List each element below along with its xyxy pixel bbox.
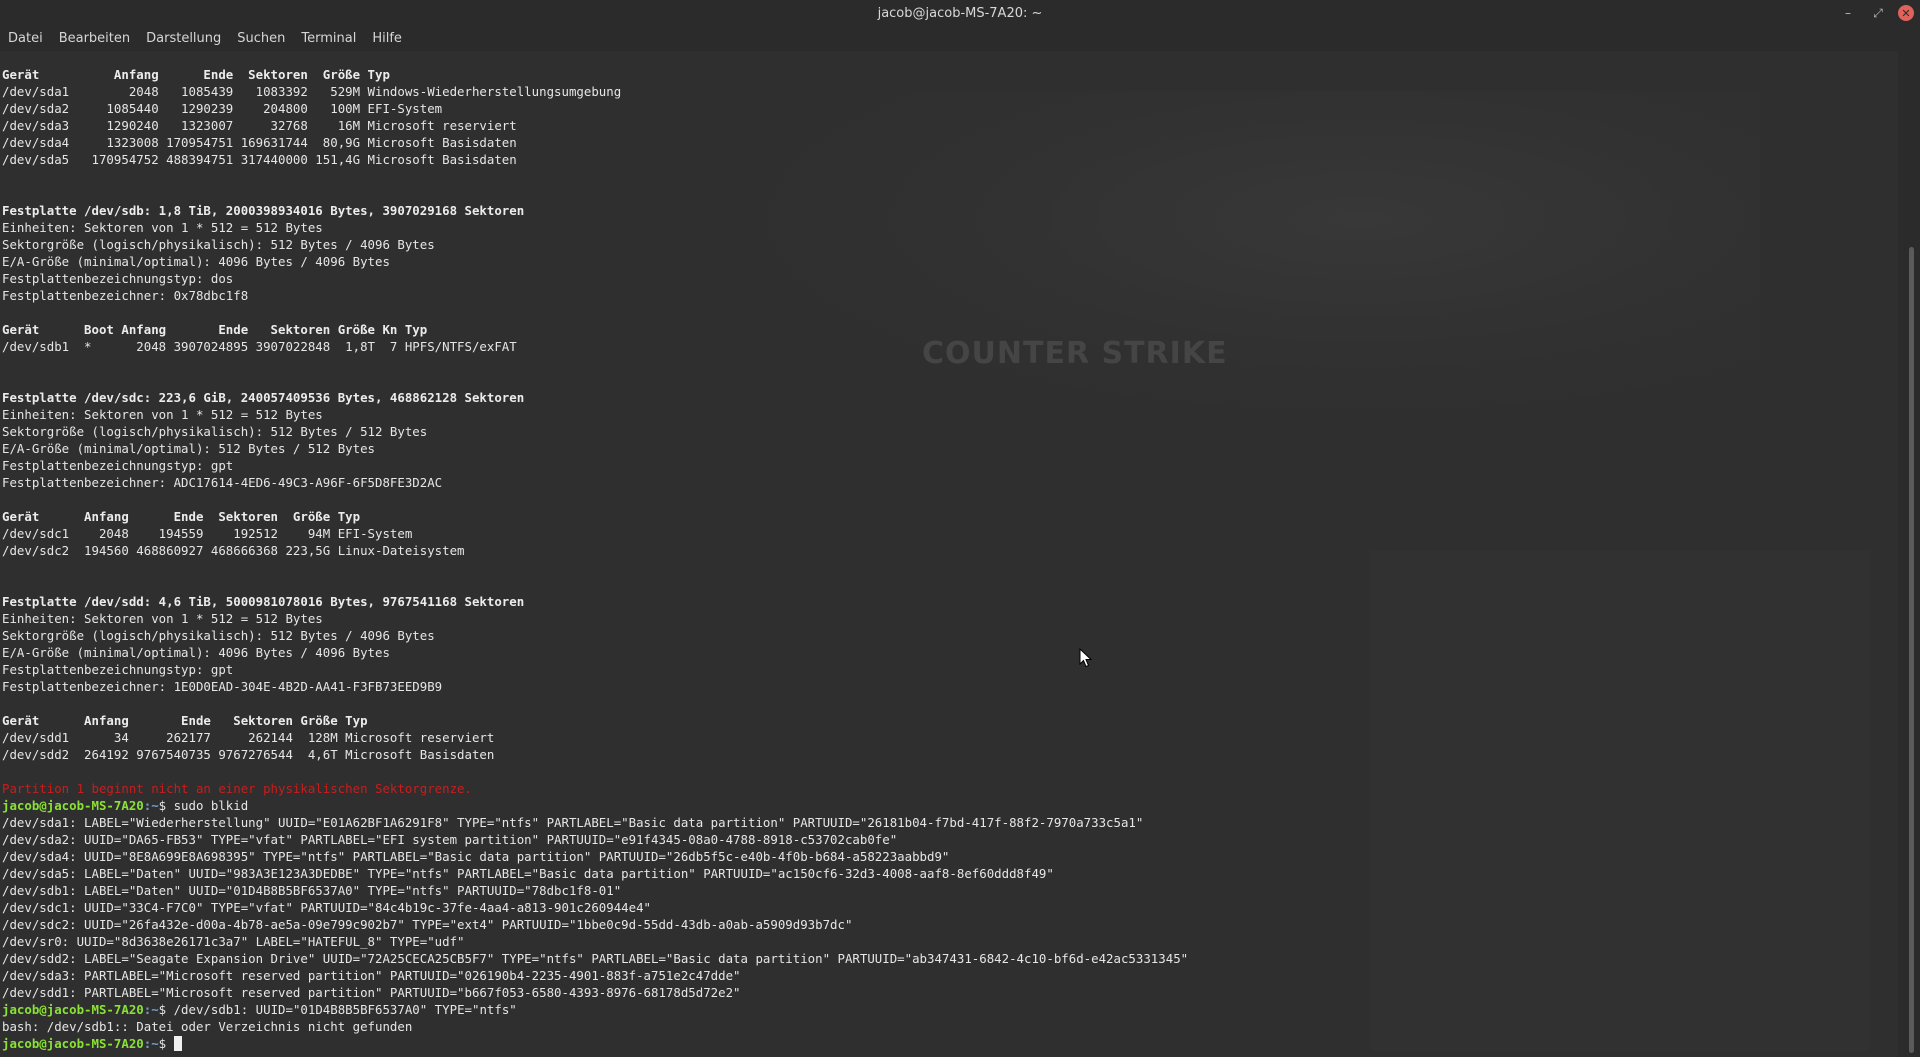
terminal-line: Festplattenbezeichnungstyp: gpt [2, 458, 234, 473]
minimize-button[interactable]: – [1838, 3, 1858, 23]
terminal-line: Gerät Anfang Ende Sektoren Größe Typ [2, 509, 361, 524]
terminal-lines: Gerät Anfang Ende Sektoren Größe Typ/dev… [2, 66, 1188, 1052]
terminal-line: Festplatte /dev/sdc: 223,6 GiB, 24005740… [2, 390, 525, 405]
terminal-line: /dev/sr0: UUID="8d3638e26171c3a7" LABEL=… [2, 934, 465, 949]
terminal-line: Partition 1 beginnt nicht an einer physi… [2, 781, 472, 796]
terminal-line: jacob@jacob-MS-7A20:~$ [2, 1035, 1188, 1052]
terminal-line: /dev/sdd1: PARTLABEL="Microsoft reserved… [2, 985, 741, 1000]
window-title: jacob@jacob-MS-7A20: ~ [877, 5, 1043, 21]
prompt-user: jacob@jacob-MS-7A20 [2, 798, 144, 813]
terminal-line: bash: /dev/sdb1:: Datei oder Verzeichnis… [2, 1019, 413, 1034]
terminal-line: Einheiten: Sektoren von 1 * 512 = 512 By… [2, 220, 323, 235]
terminal-line: /dev/sda2: UUID="DA65-FB53" TYPE="vfat" … [2, 832, 898, 847]
terminal-window: jacob@jacob-MS-7A20: ~ – ⤢ ✕ Datei Bearb… [0, 0, 1920, 1057]
maximize-button[interactable]: ⤢ [1868, 3, 1888, 23]
terminal-line: /dev/sdc2 194560 468860927 468666368 223… [2, 543, 465, 558]
terminal-line: Festplattenbezeichner: ADC17614-4ED6-49C… [2, 475, 443, 490]
terminal-line: Sektorgröße (logisch/physikalisch): 512 … [2, 237, 435, 252]
terminal-line: /dev/sda2 1085440 1290239 204800 100M EF… [2, 101, 443, 116]
terminal-line: /dev/sdd2 264192 9767540735 9767276544 4… [2, 747, 495, 762]
menu-bar: Datei Bearbeiten Darstellung Suchen Term… [0, 26, 1920, 51]
menu-suchen[interactable]: Suchen [229, 31, 293, 46]
terminal-line: /dev/sdc2: UUID="26fa432e-d00a-4b78-ae5a… [2, 917, 853, 932]
terminal-line: Gerät Anfang Ende Sektoren Größe Typ [2, 713, 368, 728]
terminal-line: Gerät Boot Anfang Ende Sektoren Größe Kn… [2, 322, 428, 337]
terminal-line: Gerät Anfang Ende Sektoren Größe Typ [2, 67, 390, 82]
terminal-line: jacob@jacob-MS-7A20:~$ sudo blkid [2, 797, 1188, 814]
terminal-line: Festplattenbezeichnungstyp: gpt [2, 662, 234, 677]
terminal-line: /dev/sda4: UUID="8E8A699E8A698395" TYPE=… [2, 849, 950, 864]
text-cursor[interactable] [173, 1036, 182, 1051]
terminal-output[interactable]: COUNTER STRIKE Gerät Anfang Ende Sektore… [0, 51, 1898, 1057]
menu-hilfe[interactable]: Hilfe [364, 31, 410, 46]
terminal-line: Sektorgröße (logisch/physikalisch): 512 … [2, 628, 435, 643]
terminal-line: Festplattenbezeichnungstyp: dos [2, 271, 234, 286]
prompt-symbol: $ [158, 1036, 174, 1051]
title-bar[interactable]: jacob@jacob-MS-7A20: ~ – ⤢ ✕ [0, 0, 1920, 26]
prompt-symbol: $ [158, 798, 174, 813]
terminal-line: /dev/sda5 170954752 488394751 317440000 … [2, 152, 517, 167]
menu-darstellung[interactable]: Darstellung [138, 31, 229, 46]
terminal-line: Festplatte /dev/sdd: 4,6 TiB, 5000981078… [2, 594, 525, 609]
terminal-line: /dev/sdc1: UUID="33C4-F7C0" TYPE="vfat" … [2, 900, 652, 915]
mouse-pointer-icon [1079, 648, 1093, 668]
terminal-line: E/A-Größe (minimal/optimal): 4096 Bytes … [2, 254, 390, 269]
terminal-line: /dev/sda3 1290240 1323007 32768 16M Micr… [2, 118, 517, 133]
terminal-line: Festplatte /dev/sdb: 1,8 TiB, 2000398934… [2, 203, 525, 218]
scrollbar-thumb[interactable] [1909, 247, 1914, 1053]
terminal-line: /dev/sda1 2048 1085439 1083392 529M Wind… [2, 84, 622, 99]
prompt-path: :~ [143, 798, 159, 813]
terminal-line: /dev/sda1: LABEL="Wiederherstellung" UUI… [2, 815, 1144, 830]
terminal-line: /dev/sdd2: LABEL="Seagate Expansion Driv… [2, 951, 1189, 966]
menu-terminal[interactable]: Terminal [293, 31, 364, 46]
terminal-line: /dev/sdc1 2048 194559 192512 94M EFI-Sys… [2, 526, 413, 541]
terminal-line: /dev/sda5: LABEL="Daten" UUID="983A3E123… [2, 866, 1054, 881]
scrollbar[interactable] [1898, 51, 1920, 1057]
terminal-line: /dev/sda3: PARTLABEL="Microsoft reserved… [2, 968, 741, 983]
command-text: /dev/sdb1: UUID="01D4B8B5BF6537A0" TYPE=… [173, 1002, 517, 1017]
terminal-line: Festplattenbezeichner: 0x78dbc1f8 [2, 288, 249, 303]
terminal-line: /dev/sdd1 34 262177 262144 128M Microsof… [2, 730, 495, 745]
terminal-line: Sektorgröße (logisch/physikalisch): 512 … [2, 424, 428, 439]
terminal-line: jacob@jacob-MS-7A20:~$ /dev/sdb1: UUID="… [2, 1001, 1188, 1018]
terminal-line: E/A-Größe (minimal/optimal): 4096 Bytes … [2, 645, 390, 660]
menu-datei[interactable]: Datei [0, 31, 51, 46]
terminal-line: /dev/sda4 1323008 170954751 169631744 80… [2, 135, 517, 150]
terminal-line: Einheiten: Sektoren von 1 * 512 = 512 By… [2, 407, 323, 422]
prompt-path: :~ [143, 1036, 159, 1051]
background-panel [1370, 551, 1870, 1051]
terminal-line: /dev/sdb1: LABEL="Daten" UUID="01D4B8B5B… [2, 883, 622, 898]
command-text: sudo blkid [173, 798, 249, 813]
terminal-line: Einheiten: Sektoren von 1 * 512 = 512 By… [2, 611, 323, 626]
prompt-path: :~ [143, 1002, 159, 1017]
terminal-line: E/A-Größe (minimal/optimal): 512 Bytes /… [2, 441, 375, 456]
close-button[interactable]: ✕ [1898, 5, 1914, 21]
terminal-line: /dev/sdb1 * 2048 3907024895 3907022848 1… [2, 339, 517, 354]
terminal-line: Festplattenbezeichner: 1E0D0EAD-304E-4B2… [2, 679, 443, 694]
window-controls: – ⤢ ✕ [1838, 3, 1914, 23]
prompt-symbol: $ [158, 1002, 174, 1017]
prompt-user: jacob@jacob-MS-7A20 [2, 1036, 144, 1051]
prompt-user: jacob@jacob-MS-7A20 [2, 1002, 144, 1017]
menu-bearbeiten[interactable]: Bearbeiten [51, 31, 138, 46]
